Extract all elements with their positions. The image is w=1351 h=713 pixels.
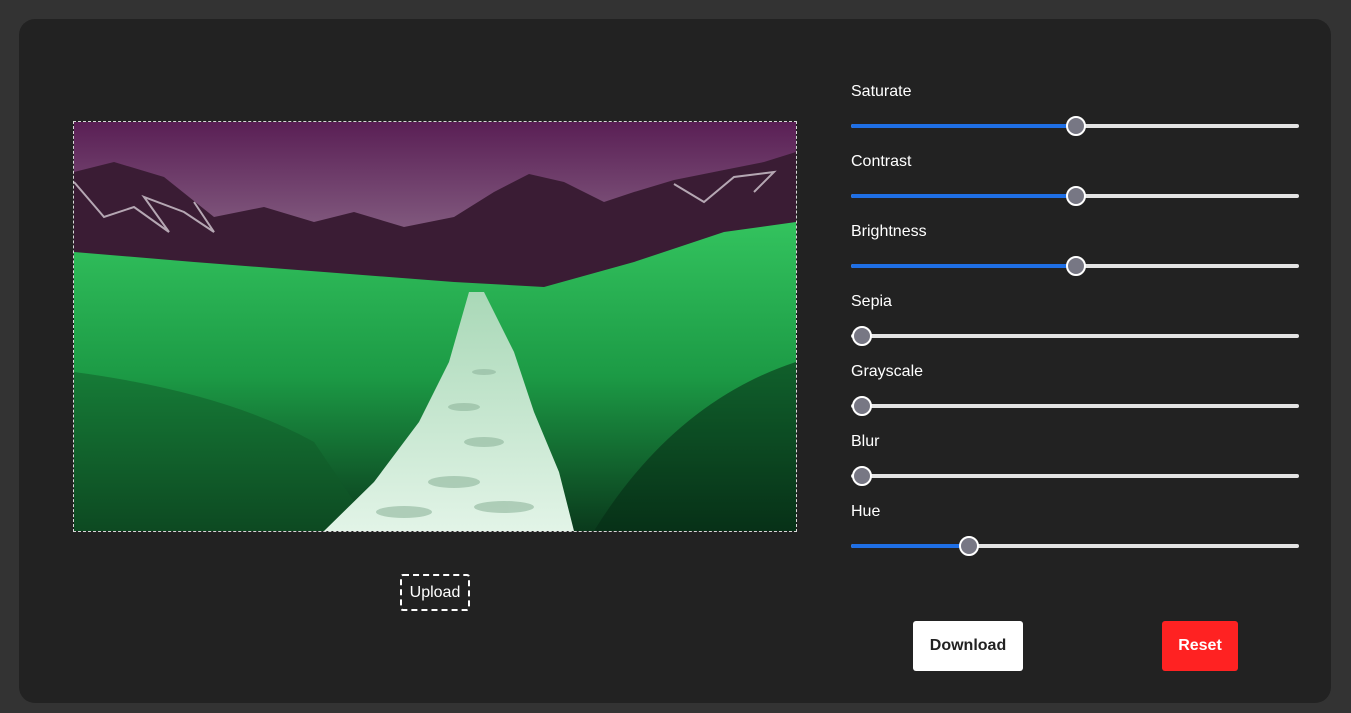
download-button[interactable]: Download [913,621,1023,671]
brightness-slider-track[interactable] [851,256,1299,276]
slider-label: Hue [851,503,881,520]
slider-blur: Blur [851,432,1299,502]
slider-brightness: Brightness [851,222,1299,292]
hue-slider-track[interactable] [851,536,1299,556]
slider-label: Brightness [851,223,927,240]
reset-button[interactable]: Reset [1162,621,1238,671]
filter-sliders: Saturate Contrast Brightness Sepia Grayscale… [851,82,1299,572]
upload-button[interactable]: Upload [400,574,470,611]
landscape-photo [74,122,796,531]
slider-label: Grayscale [851,363,924,380]
image-preview [73,121,797,532]
grayscale-slider-track[interactable] [851,396,1299,416]
sepia-slider-track[interactable] [851,326,1299,346]
slider-hue: Hue [851,502,1299,572]
hue-slider-fill [851,544,968,548]
slider-saturate: Saturate [851,82,1299,152]
blur-slider-track[interactable] [851,466,1299,486]
slider-label: Saturate [851,83,912,100]
slider-label: Blur [851,433,880,450]
contrast-slider-thumb[interactable] [1066,186,1086,206]
slider-sepia: Sepia [851,292,1299,362]
slider-contrast: Contrast [851,152,1299,222]
sepia-slider-thumb[interactable] [852,326,872,346]
saturate-slider-fill [851,124,1075,128]
grayscale-slider-thumb[interactable] [852,396,872,416]
brightness-slider-fill [851,264,1075,268]
saturate-slider-thumb[interactable] [1066,116,1086,136]
blur-slider-thumb[interactable] [852,466,872,486]
contrast-slider-fill [851,194,1075,198]
editor-panel: Upload Saturate Contrast Brightness Sepia Gr… [19,19,1331,703]
brightness-slider-thumb[interactable] [1066,256,1086,276]
slider-grayscale: Grayscale [851,362,1299,432]
contrast-slider-track[interactable] [851,186,1299,206]
saturate-slider-track[interactable] [851,116,1299,136]
slider-label: Contrast [851,153,912,170]
hue-slider-thumb[interactable] [959,536,979,556]
slider-label: Sepia [851,293,892,310]
